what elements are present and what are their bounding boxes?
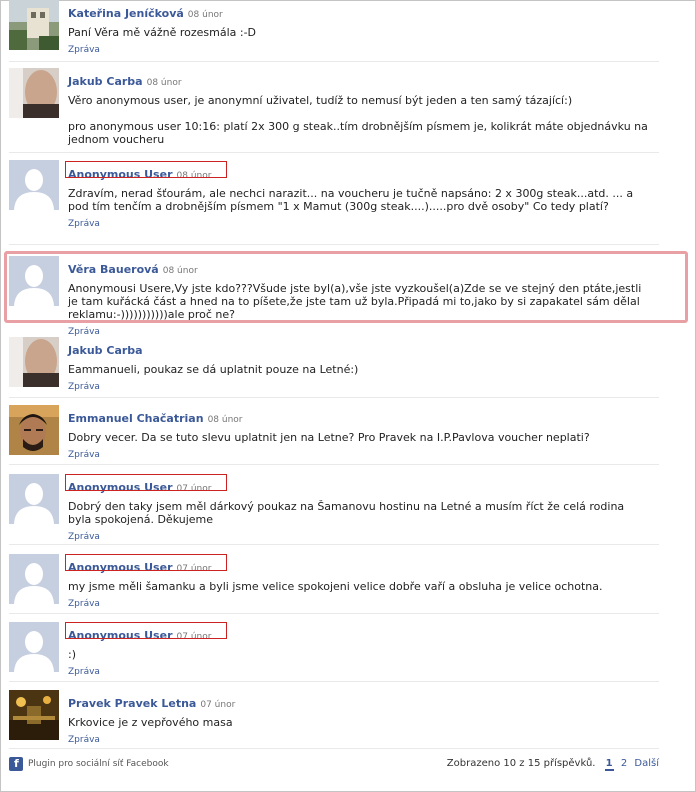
comment-text: Paní Věra mě vážně rozesmála :-D [68, 26, 257, 39]
author-name[interactable]: Pravek Pravek Letna [68, 697, 196, 710]
facebook-icon[interactable]: f [9, 757, 23, 771]
reply-link[interactable]: Zpráva [68, 532, 659, 542]
avatar[interactable] [9, 554, 59, 604]
comment-item: Anonymous User 07 únor Dobrý den taky jse… [9, 474, 659, 545]
avatar[interactable] [9, 474, 59, 524]
highlight-box [65, 622, 227, 639]
comment-text: Eammanueli, poukaz se dá uplatnit pouze … [68, 363, 359, 376]
page-1[interactable]: 1 [604, 758, 614, 771]
comment-text: Dobrý den taky jsem měl dárkový poukaz n… [68, 500, 625, 526]
comment-date[interactable]: 08 únor [188, 10, 223, 20]
next-link[interactable]: Další [634, 758, 659, 769]
comment-item: Pravek Pravek Letna 07 únor Krkovice je z… [9, 690, 659, 749]
comment-date[interactable]: 08 únor [208, 415, 243, 425]
comment-item: Jakub Carba 08 únor Věro anonymous user, … [9, 68, 659, 153]
highlight-box [65, 554, 227, 571]
avatar[interactable] [9, 160, 59, 210]
comment-item: Jakub Carba Eammanueli, poukaz se dá upl… [9, 337, 659, 398]
author-name[interactable]: Kateřina Jeníčková [68, 7, 184, 20]
comment-body: Jakub Carba 08 únor Věro anonymous user, … [68, 70, 659, 146]
avatar[interactable] [9, 622, 59, 672]
comment-text: Věro anonymous user, je anonymní uživate… [68, 94, 648, 146]
author-name[interactable]: Jakub Carba [68, 75, 143, 88]
plugin-link[interactable]: Plugin pro sociální síť Facebook [28, 759, 169, 769]
author-name[interactable]: Jakub Carba [68, 344, 143, 357]
highlight-frame [4, 251, 688, 323]
reply-link[interactable]: Zpráva [68, 45, 659, 55]
comment-item: Emmanuel Chačatrian 08 únor Dobry vecer. … [9, 405, 659, 465]
author-name[interactable]: Emmanuel Chačatrian [68, 412, 204, 425]
comment-text: my jsme měli šamanku a byli jsme velice … [68, 580, 603, 593]
avatar[interactable] [9, 690, 59, 740]
reply-link[interactable]: Zpráva [68, 735, 659, 745]
reply-link[interactable]: Zpráva [68, 219, 659, 229]
highlight-box [65, 474, 227, 491]
reply-link[interactable]: Zpráva [68, 599, 659, 609]
comment-date[interactable]: 07 únor [200, 700, 235, 710]
page-2[interactable]: 2 [621, 758, 627, 769]
avatar[interactable] [9, 405, 59, 455]
avatar[interactable] [9, 337, 59, 387]
avatar[interactable] [9, 0, 59, 50]
comment-text: Zdravím, nerad šťourám, ale nechci naraz… [68, 187, 634, 213]
pagination: Zobrazeno 10 z 15 příspěvků. 1 2 Další [446, 758, 659, 771]
comment-item: Anonymous User 07 únor my jsme měli šaman… [9, 554, 659, 614]
reply-link[interactable]: Zpráva [68, 327, 659, 337]
comment-text: :) [68, 648, 76, 661]
comment-body: Pravek Pravek Letna 07 únor Krkovice je z… [68, 692, 659, 745]
highlight-box [65, 161, 227, 178]
comment-body: Kateřina Jeníčková 08 únor Paní Věra mě v… [68, 2, 659, 55]
comment-text: Krkovice je z vepřového masa [68, 716, 233, 729]
comment-date[interactable]: 08 únor [147, 78, 182, 88]
comment-item: Kateřina Jeníčková 08 únor Paní Věra mě v… [9, 0, 659, 62]
shown-count: Zobrazeno 10 z 15 příspěvků. [446, 758, 596, 769]
comment-body: Emmanuel Chačatrian 08 únor Dobry vecer. … [68, 407, 659, 460]
avatar[interactable] [9, 68, 59, 118]
reply-link[interactable]: Zpráva [68, 382, 659, 392]
comment-body: Jakub Carba Eammanueli, poukaz se dá upl… [68, 339, 659, 392]
comment-text: Dobry vecer. Da se tuto slevu uplatnit j… [68, 431, 590, 444]
comment-item: Anonymous User 08 únor Zdravím, nerad šťo… [9, 160, 659, 245]
reply-link[interactable]: Zpráva [68, 450, 659, 460]
comment-item: Anonymous User 07 únor :) Zpráva [9, 622, 659, 682]
footer: f Plugin pro sociální síť Facebook Zobra… [9, 756, 659, 774]
reply-link[interactable]: Zpráva [68, 667, 659, 677]
